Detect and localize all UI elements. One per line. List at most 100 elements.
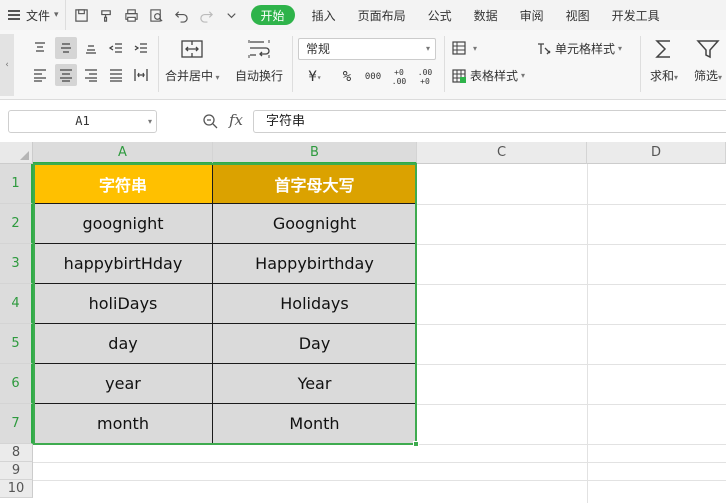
cell-b1[interactable]: 首字母大写 [213,164,417,204]
cell-a1[interactable]: 字符串 [33,164,213,204]
ribbon-collapse-handle[interactable]: ‹ [0,34,14,96]
number-format-select[interactable]: 常规 ▾ [298,38,436,60]
align-top-icon[interactable] [29,37,51,59]
tab-developer[interactable]: 开发工具 [601,0,671,30]
cell-b7[interactable]: Month [213,404,417,444]
save-icon[interactable] [72,6,91,25]
tab-page-layout[interactable]: 页面布局 [347,0,417,30]
tab-data[interactable]: 数据 [463,0,509,30]
filter-icon [694,36,722,62]
cell-b5[interactable]: Day [213,324,417,364]
align-right-icon[interactable] [80,64,102,86]
decrease-decimal-button[interactable]: .00 +0 [412,66,438,88]
name-box-value: A1 [75,114,90,128]
gridline [33,444,726,445]
redo-icon[interactable] [197,6,216,25]
chevron-down-icon: ▾ [54,10,59,20]
distributed-align-icon[interactable] [130,64,152,86]
tab-review[interactable]: 审阅 [509,0,555,30]
cell-a3[interactable]: happybirtHday [33,244,213,284]
gridline [587,164,588,503]
column-header-d[interactable]: D [587,142,726,164]
ribbon-divider [292,36,293,92]
cell-b3[interactable]: Happybirthday [213,244,417,284]
cell-style-button[interactable]: 单元格样式 ▾ [536,40,622,57]
name-box[interactable]: A1 ▾ [8,110,157,133]
thousands-button[interactable]: 000 [362,66,384,88]
sum-button[interactable]: 求和▾ [650,36,678,84]
format-painter-icon[interactable] [97,6,116,25]
tab-view[interactable]: 视图 [555,0,601,30]
ribbon-divider [640,36,641,92]
print-icon[interactable] [122,6,141,25]
formula-input[interactable]: 字符串 [253,110,726,133]
justify-icon[interactable] [105,64,127,86]
fill-handle[interactable] [413,441,419,447]
column-header-b[interactable]: B [213,142,417,164]
increase-decimal-button[interactable]: +0 .00 [386,66,412,88]
percent-button[interactable]: % [336,66,358,88]
cell-b4[interactable]: Holidays [213,284,417,324]
ribbon-divider [444,36,445,92]
decrease-indent-icon[interactable] [105,37,127,59]
row-header[interactable]: 3 [0,244,33,284]
tab-insert[interactable]: 插入 [301,0,347,30]
zoom-icon[interactable] [202,113,218,129]
filter-button[interactable]: 筛选▾ [694,36,722,84]
row-header[interactable]: 4 [0,284,33,324]
cell-a2[interactable]: goognight [33,204,213,244]
currency-label: ¥ [308,69,317,85]
cell-b6[interactable]: Year [213,364,417,404]
menu-bar: 文件 ▾ 开始 插入 页面布局 公式 数据 审阅 视图 开发工具 [0,0,726,30]
merge-center-icon [165,36,220,62]
table-style-button[interactable]: 表格样式 ▾ [451,67,525,84]
customize-chevron-icon[interactable] [222,6,241,25]
table-style-icon [452,68,466,83]
percent-label: % [342,69,352,85]
cell-a4[interactable]: holiDays [33,284,213,324]
decrease-decimal-label: .00 +0 [417,68,433,86]
number-format-value: 常规 [306,42,331,56]
wrap-text-button[interactable]: 自动换行 [235,36,283,84]
chevron-down-icon: ▾ [521,71,526,80]
increase-indent-icon[interactable] [130,37,152,59]
row-header[interactable]: 1 [0,164,33,204]
file-menu[interactable]: 文件 ▾ [0,0,65,30]
cell-a7[interactable]: month [33,404,213,444]
align-left-icon[interactable] [29,64,51,86]
row-header[interactable]: 7 [0,404,33,444]
row-header[interactable]: 6 [0,364,33,404]
conditional-format-button[interactable]: ▾ [451,40,477,56]
row-header[interactable]: 2 [0,204,33,244]
cell-a5[interactable]: day [33,324,213,364]
currency-button[interactable]: ¥ ▾ [304,66,326,88]
select-all-corner[interactable] [0,142,33,164]
print-preview-icon[interactable] [147,6,166,25]
fx-icon[interactable]: fx [229,111,243,129]
table-style-label: 表格样式 [470,69,519,83]
column-header-a[interactable]: A [33,142,213,164]
sum-label: 求和 [650,69,675,83]
ribbon-toolbar: ‹ 合并居中 ▾ 自动换行 常规 ▾ ¥ ▾ % 000 +0 .00 .00 … [0,30,726,100]
align-bottom-icon[interactable] [80,37,102,59]
row-header[interactable]: 9 [0,462,33,480]
cell-b2[interactable]: Goognight [213,204,417,244]
align-middle-icon[interactable] [55,37,77,59]
cell-a6[interactable]: year [33,364,213,404]
merge-center-button[interactable]: 合并居中 ▾ [165,36,220,84]
ribbon-divider [158,36,159,92]
row-header[interactable]: 8 [0,444,33,462]
undo-icon[interactable] [172,6,191,25]
column-header-c[interactable]: C [417,142,587,164]
merge-center-label: 合并居中 [165,69,214,83]
tab-home[interactable]: 开始 [250,5,295,25]
sigma-icon [650,36,678,62]
gridline [33,462,726,463]
gridline [33,480,726,481]
hamburger-icon [8,10,20,20]
row-header[interactable]: 10 [0,480,33,498]
tab-formulas[interactable]: 公式 [417,0,463,30]
wrap-text-icon [235,36,283,62]
align-center-icon[interactable] [55,64,77,86]
row-header[interactable]: 5 [0,324,33,364]
